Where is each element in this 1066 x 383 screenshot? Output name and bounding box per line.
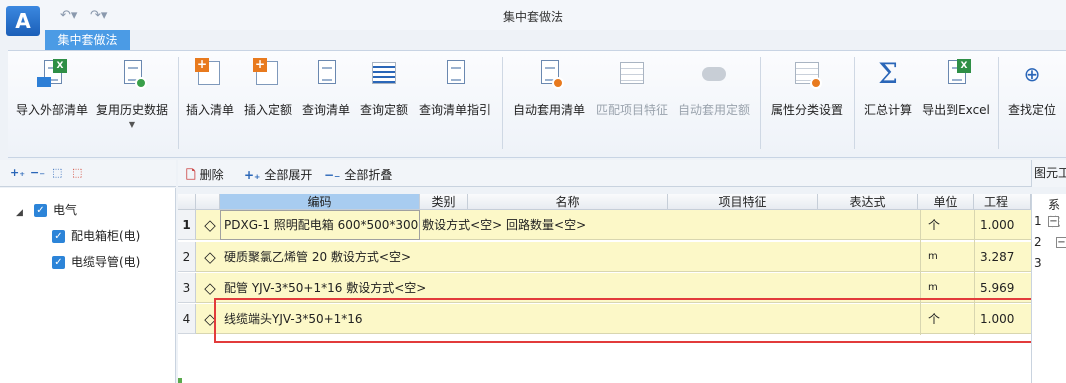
match-feature-icon	[617, 59, 647, 89]
right-panel-title: 图元工	[1031, 160, 1066, 187]
column-header-quantity[interactable]: 工程	[974, 194, 1031, 210]
category-tree: ◢ ✓ 电气 ✓ 配电箱柜(电) ✓ 电缆导管(电)	[0, 188, 176, 383]
row-name[interactable]: 硬质聚氯乙烯管 20 敷设方式<空>	[224, 242, 411, 272]
row-unit: 个	[928, 218, 941, 232]
tree-item-cable-conduit[interactable]: ✓ 电缆导管(电)	[52, 252, 140, 272]
app-logo[interactable]: A	[6, 6, 40, 36]
row-number[interactable]: 1	[178, 210, 196, 240]
right-row-number: 3	[1034, 256, 1042, 270]
expand-all-button[interactable]: +₊ 全部展开	[244, 166, 312, 183]
list-toolbar: 🗋 删除 +₊ 全部展开 −₋ 全部折叠	[178, 160, 1031, 187]
delete-button[interactable]: 🗋 删除	[186, 166, 224, 187]
cloud-icon	[699, 59, 729, 89]
ribbon: X 导入外部清单 复用历史数据 ▼ 插入清单 插入定额 查询清单 查询定额 查询…	[8, 50, 1066, 158]
tree-toolbar: +₊ −₋ ⬚ ⬚	[0, 160, 176, 187]
auto-apply-quota-button[interactable]: 自动套用定额	[676, 57, 752, 152]
dropdown-caret-icon: ▼	[128, 120, 136, 129]
title-bar: A ↶▾ ↷▾ 集中套做法	[0, 0, 1066, 36]
column-header-type[interactable]: 类别	[420, 194, 468, 210]
find-locate-button[interactable]: ⊕ 查找定位	[1004, 57, 1060, 152]
row-number-header	[178, 194, 196, 210]
list-grid: 编码 类别 名称 项目特征 表达式 单位 工程 1 ◇ PDXG-1 照明配电箱…	[178, 194, 1031, 383]
query-list-guide-button[interactable]: 查询清单指引	[416, 57, 494, 152]
collapse-icon: −₋	[324, 168, 341, 182]
row-number[interactable]: 2	[178, 242, 196, 272]
row-name[interactable]: PDXG-1 照明配电箱 600*500*300 敷设方式<空> 回路数量<空>	[224, 210, 586, 240]
query-list-icon	[311, 59, 341, 89]
auto-apply-list-button[interactable]: 自动套用清单	[510, 57, 588, 152]
row-number[interactable]: 4	[178, 304, 196, 334]
import-excel-icon: X	[37, 59, 67, 89]
clear-selection-icon[interactable]: ⬚	[72, 166, 82, 179]
insert-quota-button[interactable]: 插入定额	[242, 57, 294, 152]
tab-centralized-method[interactable]: 集中套做法	[45, 30, 130, 50]
query-quota-icon	[369, 59, 399, 89]
checkbox-icon[interactable]: ✓	[34, 204, 47, 217]
column-header-feature[interactable]: 项目特征	[668, 194, 818, 210]
highlight-box	[214, 298, 1044, 343]
column-header-unit[interactable]: 单位	[918, 194, 974, 210]
insert-quota-icon	[253, 58, 283, 89]
tree-item-electrical[interactable]: ◢ ✓ 电气	[0, 200, 176, 220]
history-icon	[117, 59, 147, 89]
sigma-icon: Σ	[878, 57, 898, 90]
checkbox-icon[interactable]: ✓	[52, 230, 65, 243]
right-panel: 系统 1 − 2 − 3	[1031, 194, 1066, 383]
reuse-history-data-button[interactable]: 复用历史数据 ▼	[94, 57, 170, 152]
window-title: 集中套做法	[502, 10, 563, 24]
column-header-code[interactable]: 编码	[220, 194, 420, 210]
select-icon[interactable]: ⬚	[52, 166, 62, 179]
binoculars-icon: ⊕	[1023, 62, 1041, 86]
expand-icon: +₊	[244, 168, 261, 182]
query-quota-button[interactable]: 查询定额	[358, 57, 410, 152]
export-excel-button[interactable]: X 导出到Excel	[920, 57, 992, 152]
column-header-expression[interactable]: 表达式	[818, 194, 918, 210]
row-quantity[interactable]: 3.287	[980, 242, 1014, 272]
collapse-box-icon[interactable]: −	[1056, 237, 1066, 248]
expander-icon[interactable]: ◢	[16, 203, 23, 223]
collapse-box-icon[interactable]: −	[1048, 216, 1059, 227]
expand-all-icon[interactable]: +₊	[10, 166, 25, 179]
delete-icon: 🗋	[186, 168, 196, 182]
export-excel-icon: X	[941, 59, 971, 89]
insert-list-icon	[195, 58, 225, 89]
collapse-all-icon[interactable]: −₋	[30, 166, 45, 179]
summary-calc-button[interactable]: Σ 汇总计算	[860, 57, 916, 152]
diamond-icon[interactable]: ◇	[202, 242, 218, 272]
auto-apply-icon	[534, 59, 564, 89]
tree-item-distribution-box[interactable]: ✓ 配电箱柜(电)	[52, 226, 140, 246]
right-row-number: 1	[1034, 214, 1042, 228]
import-external-list-button[interactable]: X 导入外部清单	[16, 57, 88, 152]
row-unit: m	[928, 251, 938, 262]
checkbox-icon[interactable]: ✓	[52, 256, 65, 269]
row-quantity[interactable]: 1.000	[980, 210, 1014, 240]
right-row-number: 2	[1034, 235, 1042, 249]
match-item-feature-button[interactable]: 匹配项目特征	[594, 57, 670, 152]
row-number[interactable]: 3	[178, 273, 196, 303]
attr-category-settings-button[interactable]: 属性分类设置	[766, 57, 848, 152]
column-header-name[interactable]: 名称	[468, 194, 668, 210]
settings-icon	[792, 59, 822, 89]
query-guide-icon	[440, 59, 470, 89]
query-list-button[interactable]: 查询清单	[300, 57, 352, 152]
insert-list-button[interactable]: 插入清单	[184, 57, 236, 152]
scroll-indicator	[178, 378, 182, 383]
diamond-icon[interactable]: ◇	[202, 210, 218, 240]
collapse-all-button[interactable]: −₋ 全部折叠	[324, 166, 392, 183]
toggle-header	[196, 194, 220, 210]
